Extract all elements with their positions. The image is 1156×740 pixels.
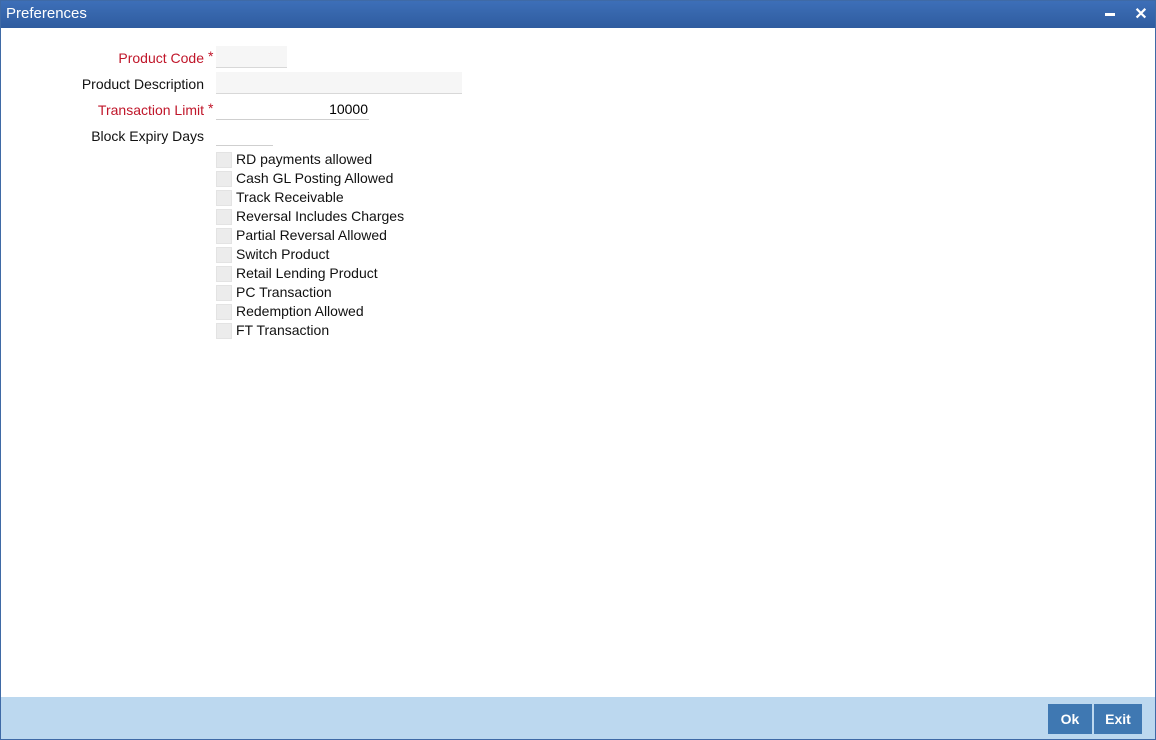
form-area: Product Code * Product Description Trans… [1, 29, 1155, 697]
title-bar: Preferences ✕ [1, 1, 1155, 28]
retail-lending-product-label: Retail Lending Product [236, 265, 378, 281]
block-expiry-days-label: Block Expiry Days [91, 128, 204, 144]
product-description-label: Product Description [81, 76, 204, 92]
footer-bar: Ok Exit [1, 697, 1155, 739]
transaction-limit-required-marker: * [208, 100, 214, 116]
block-expiry-days-field[interactable] [216, 124, 273, 146]
pc-transaction-label: PC Transaction [236, 284, 332, 300]
retail-lending-product-checkbox[interactable] [216, 266, 232, 282]
ft-transaction-label: FT Transaction [236, 322, 330, 338]
product-code-field[interactable] [216, 46, 287, 68]
transaction-limit-field[interactable] [216, 98, 369, 120]
ok-button[interactable]: Ok [1048, 704, 1092, 734]
window-title: Preferences [6, 5, 87, 22]
reversal-includes-charges-checkbox[interactable] [216, 209, 232, 225]
switch-product-label: Switch Product [236, 246, 330, 262]
product-description-field[interactable] [216, 72, 462, 94]
minimize-icon[interactable] [1099, 4, 1121, 26]
track-receivable-checkbox[interactable] [216, 190, 232, 206]
redemption-allowed-checkbox[interactable] [216, 304, 232, 320]
rd-payments-allowed-label: RD payments allowed [236, 151, 373, 167]
rd-payments-allowed-checkbox[interactable] [216, 152, 232, 168]
close-icon[interactable]: ✕ [1130, 4, 1152, 26]
switch-product-checkbox[interactable] [216, 247, 232, 263]
preferences-window: Preferences ✕ Product Code * Product Des… [0, 0, 1156, 740]
reversal-includes-charges-label: Reversal Includes Charges [236, 208, 405, 224]
cash-gl-posting-allowed-label: Cash GL Posting Allowed [236, 170, 394, 186]
product-code-label: Product Code [118, 50, 204, 66]
product-code-required-marker: * [208, 48, 214, 64]
track-receivable-label: Track Receivable [236, 189, 344, 205]
ft-transaction-checkbox[interactable] [216, 323, 232, 339]
partial-reversal-allowed-label: Partial Reversal Allowed [236, 227, 387, 243]
pc-transaction-checkbox[interactable] [216, 285, 232, 301]
transaction-limit-label: Transaction Limit [97, 102, 204, 118]
partial-reversal-allowed-checkbox[interactable] [216, 228, 232, 244]
exit-button[interactable]: Exit [1094, 704, 1142, 734]
cash-gl-posting-allowed-checkbox[interactable] [216, 171, 232, 187]
redemption-allowed-label: Redemption Allowed [236, 303, 364, 319]
